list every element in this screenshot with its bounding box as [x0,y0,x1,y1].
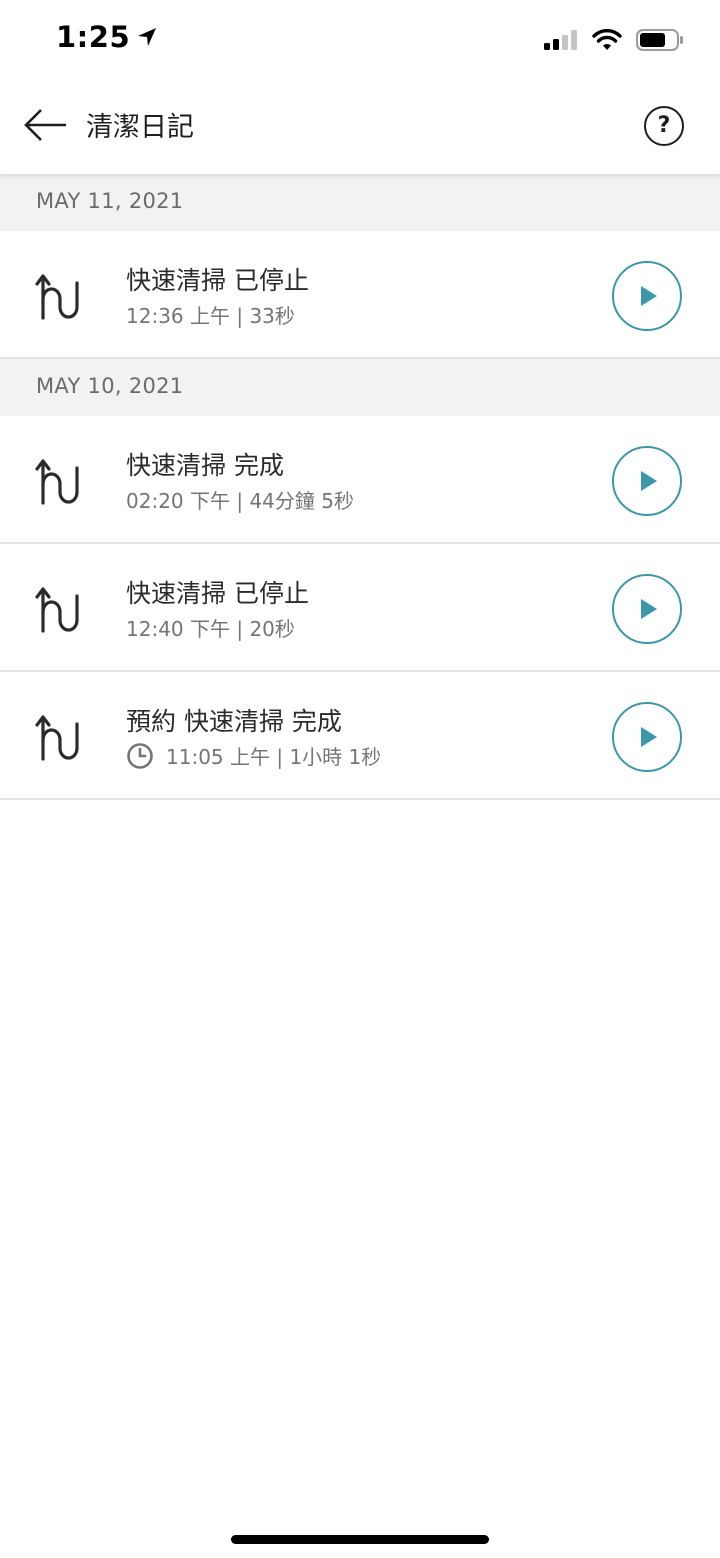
status-time-text: 1:25 [56,20,131,54]
cleaning-route-icon [35,587,79,633]
location-arrow-icon [138,28,157,46]
play-button[interactable] [612,261,682,331]
list-item[interactable]: 快速清掃 完成 02:20 下午 | 44分鐘 5秒 [0,416,720,544]
date-header: MAY 10, 2021 [0,359,720,416]
list-item[interactable]: 快速清掃 已停止 12:40 下午 | 20秒 [0,544,720,672]
back-button[interactable] [24,108,68,142]
entry-detail-text: 02:20 下午 | 44分鐘 5秒 [126,489,354,513]
cleaning-route-icon [35,274,79,320]
entry-detail-text: 11:05 上午 | 1小時 1秒 [166,745,382,769]
entry-detail: 12:40 下午 | 20秒 [126,613,295,642]
play-button[interactable] [612,702,682,772]
help-button[interactable]: ? [644,106,684,146]
play-icon [641,599,657,619]
app-header: 清潔日記 ? [0,80,720,174]
status-icons [544,28,684,52]
play-icon [641,727,657,747]
status-bar: 1:25 [0,0,720,80]
entry-detail-text: 12:40 下午 | 20秒 [126,617,295,641]
play-icon [641,286,657,306]
cleaning-route-icon [35,715,79,761]
wifi-icon [592,29,622,50]
entry-title: 快速清掃 完成 [126,451,284,480]
list-item[interactable]: 預約 快速清掃 完成 11:05 上午 | 1小時 1秒 [0,672,720,800]
play-icon [641,471,657,491]
entry-detail: 02:20 下午 | 44分鐘 5秒 [126,485,354,514]
cellular-signal-icon [544,30,577,50]
play-button[interactable] [612,574,682,644]
list-item[interactable]: 快速清掃 已停止 12:36 上午 | 33秒 [0,231,720,359]
entry-detail-text: 12:36 上午 | 33秒 [126,304,295,328]
clock-icon [127,742,153,769]
play-button[interactable] [612,446,682,516]
arrow-left-icon [24,109,66,141]
cleaning-log-list: MAY 11, 2021 快速清掃 已停止 12:36 上午 | 33秒 MAY… [0,174,720,800]
page-title: 清潔日記 [86,112,194,143]
status-time: 1:25 [56,20,158,54]
entry-detail: 11:05 上午 | 1小時 1秒 [126,741,381,770]
cleaning-route-icon [35,459,79,505]
entry-title: 快速清掃 已停止 [126,579,309,608]
entry-title: 快速清掃 已停止 [126,266,309,295]
entry-detail: 12:36 上午 | 33秒 [126,300,295,329]
entry-title: 預約 快速清掃 完成 [126,707,342,736]
battery-icon [636,29,683,51]
date-header: MAY 11, 2021 [0,174,720,231]
home-indicator [231,1535,489,1544]
